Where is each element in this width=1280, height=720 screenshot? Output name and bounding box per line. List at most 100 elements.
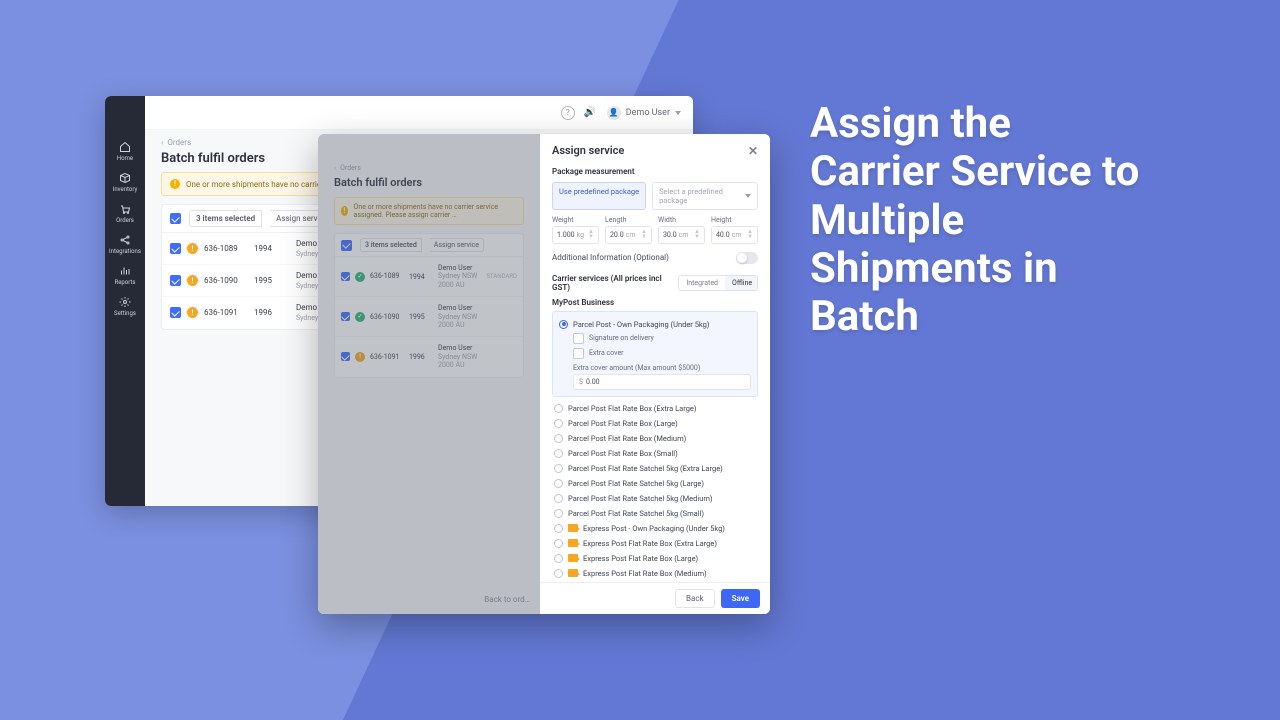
service-option[interactable]: Parcel Post Flat Rate Satchel 5kg (Mediu…: [552, 491, 758, 506]
back-button[interactable]: Back: [675, 589, 715, 608]
dimmed-page: Orders Batch fulfil orders !One or more …: [318, 134, 540, 614]
row-checkbox: [341, 312, 350, 321]
dim-length: Length 20.0cm ▲▼: [605, 216, 652, 244]
additional-info-label: Additional Information (Optional): [552, 253, 669, 262]
order-year: 1994: [254, 244, 290, 253]
chevron-down-icon: [675, 111, 681, 115]
modal-title: Assign service: [552, 144, 624, 157]
sidebar-item-reports[interactable]: Reports: [105, 260, 145, 291]
row-checkbox: [341, 272, 350, 281]
service-option[interactable]: Parcel Post Flat Rate Satchel 5kg (Small…: [552, 506, 758, 521]
service-option[interactable]: Parcel Post Flat Rate Box (Large): [552, 416, 758, 431]
status-ok-icon: ✓: [355, 272, 365, 282]
tab-integrated[interactable]: Integrated: [679, 276, 725, 290]
modal-footer: Back Save: [540, 582, 770, 614]
back-to-orders: Back to ord…: [484, 595, 530, 604]
status-warning-icon: !: [187, 307, 198, 318]
service-option[interactable]: Express Post Flat Rate Box (Extra Large): [552, 536, 758, 551]
select-all-checkbox: [341, 240, 352, 251]
orders-panel: 3 items selectedAssign service ✓ 636-108…: [334, 233, 524, 378]
select-all-checkbox[interactable]: [170, 213, 181, 224]
stepper-icon[interactable]: ▲▼: [588, 230, 594, 240]
express-icon: [568, 554, 578, 562]
hero-headline: Assign the Carrier Service to Multiple S…: [810, 100, 1150, 341]
save-button[interactable]: Save: [721, 589, 760, 608]
dim-height: Height 40.0cm ▲▼: [711, 216, 758, 244]
service-option[interactable]: Parcel Post Flat Rate Box (Small): [552, 446, 758, 461]
sidebar-item-integrations[interactable]: Integrations: [105, 229, 145, 260]
width-input[interactable]: 30.0cm ▲▼: [658, 226, 705, 244]
stepper-icon[interactable]: ▲▼: [641, 230, 647, 240]
additional-info-toggle[interactable]: [736, 252, 758, 264]
status-warning-icon: !: [187, 275, 198, 286]
tab-offline[interactable]: Offline: [725, 276, 758, 290]
radio-icon: [554, 524, 563, 533]
radio-icon: [559, 320, 568, 329]
status-warning-icon: !: [355, 352, 365, 362]
height-input[interactable]: 40.0cm ▲▼: [711, 226, 758, 244]
service-option[interactable]: Parcel Post Flat Rate Box (Extra Large): [552, 401, 758, 416]
selected-service-block: Parcel Post - Own Packaging (Under 5kg) …: [552, 311, 758, 397]
radio-icon: [554, 404, 563, 413]
service-option[interactable]: Parcel Post Flat Rate Satchel 5kg (Large…: [552, 476, 758, 491]
sidebar-item-inventory[interactable]: Inventory: [105, 167, 145, 198]
sidebar-item-orders[interactable]: Orders: [105, 198, 145, 229]
carrier-services-header: Carrier services (All prices incl GST): [552, 274, 678, 292]
sidebar-item-settings[interactable]: Settings: [105, 291, 145, 322]
announcements-icon[interactable]: 🔊: [583, 106, 597, 120]
topbar: ? 🔊 👤 Demo User: [105, 96, 693, 130]
dim-width: Width 30.0cm ▲▼: [658, 216, 705, 244]
section-package-measurement: Package measurement: [552, 167, 758, 176]
order-number: 636-1090: [204, 276, 248, 286]
service-option[interactable]: Parcel Post Flat Rate Box (Medium): [552, 431, 758, 446]
weight-input[interactable]: 1.000kg ▲▼: [552, 226, 599, 244]
dim-weight: Weight 1.000kg ▲▼: [552, 216, 599, 244]
row-checkbox[interactable]: [170, 243, 181, 254]
table-row: ✓ 636-1089 1994 Demo UserSydney NSW2000 …: [335, 257, 523, 297]
checkbox-icon: [573, 333, 584, 344]
service-option[interactable]: Express Post Flat Rate Box (Large): [552, 551, 758, 566]
user-menu[interactable]: 👤 Demo User: [607, 106, 681, 120]
radio-icon: [554, 494, 563, 503]
length-input[interactable]: 20.0cm ▲▼: [605, 226, 652, 244]
app-window-front: Orders Batch fulfil orders !One or more …: [318, 134, 770, 614]
use-predefined-toggle[interactable]: Use predefined package: [552, 182, 646, 210]
order-year: 1996: [254, 308, 290, 317]
extra-cover-input[interactable]: $0.00: [573, 374, 751, 390]
carrier-type-tabs: Integrated Offline: [678, 275, 758, 291]
row-checkbox[interactable]: [170, 275, 181, 286]
service-option[interactable]: Express Post Flat Rate Box (Medium): [552, 566, 758, 581]
order-number: 636-1091: [204, 308, 248, 318]
radio-icon: [554, 434, 563, 443]
chevron-down-icon: [745, 194, 751, 198]
service-option[interactable]: Express Post - Own Packaging (Under 5kg): [552, 521, 758, 536]
stepper-icon[interactable]: ▲▼: [694, 230, 700, 240]
carrier-group-mypost: MyPost Business: [552, 298, 758, 307]
sidebar: Home Inventory Orders Integrations Repor…: [105, 96, 145, 506]
predefined-package-select[interactable]: Select a predefined package: [652, 182, 758, 210]
express-icon: [568, 539, 578, 547]
signature-option[interactable]: Signature on delivery: [573, 331, 751, 346]
service-option[interactable]: Parcel Post Flat Rate Satchel 5kg (Extra…: [552, 461, 758, 476]
radio-icon: [554, 419, 563, 428]
warning-icon: !: [170, 179, 180, 189]
radio-icon: [554, 509, 563, 518]
assign-service-modal: Assign service ✕ Package measurement Use…: [540, 134, 770, 614]
stepper-icon[interactable]: ▲▼: [747, 230, 753, 240]
row-checkbox[interactable]: [170, 307, 181, 318]
table-row: ! 636-1091 1996 Demo UserSydney NSW2000 …: [335, 337, 523, 376]
extra-cover-option[interactable]: Extra cover: [573, 346, 751, 361]
radio-icon: [554, 569, 563, 578]
warning-banner: !One or more shipments have no carrier s…: [334, 197, 524, 225]
service-option[interactable]: Parcel Post - Own Packaging (Under 5kg): [559, 318, 751, 331]
user-name: Demo User: [626, 108, 670, 118]
sidebar-item-home[interactable]: Home: [105, 136, 145, 167]
help-icon[interactable]: ?: [561, 106, 575, 120]
radio-icon: [554, 449, 563, 458]
row-checkbox: [341, 352, 350, 361]
order-number: 636-1089: [204, 244, 248, 254]
checkbox-icon: [573, 348, 584, 359]
warning-icon: !: [341, 206, 348, 216]
selection-count: 3 items selected: [189, 210, 262, 227]
close-icon[interactable]: ✕: [748, 145, 758, 157]
